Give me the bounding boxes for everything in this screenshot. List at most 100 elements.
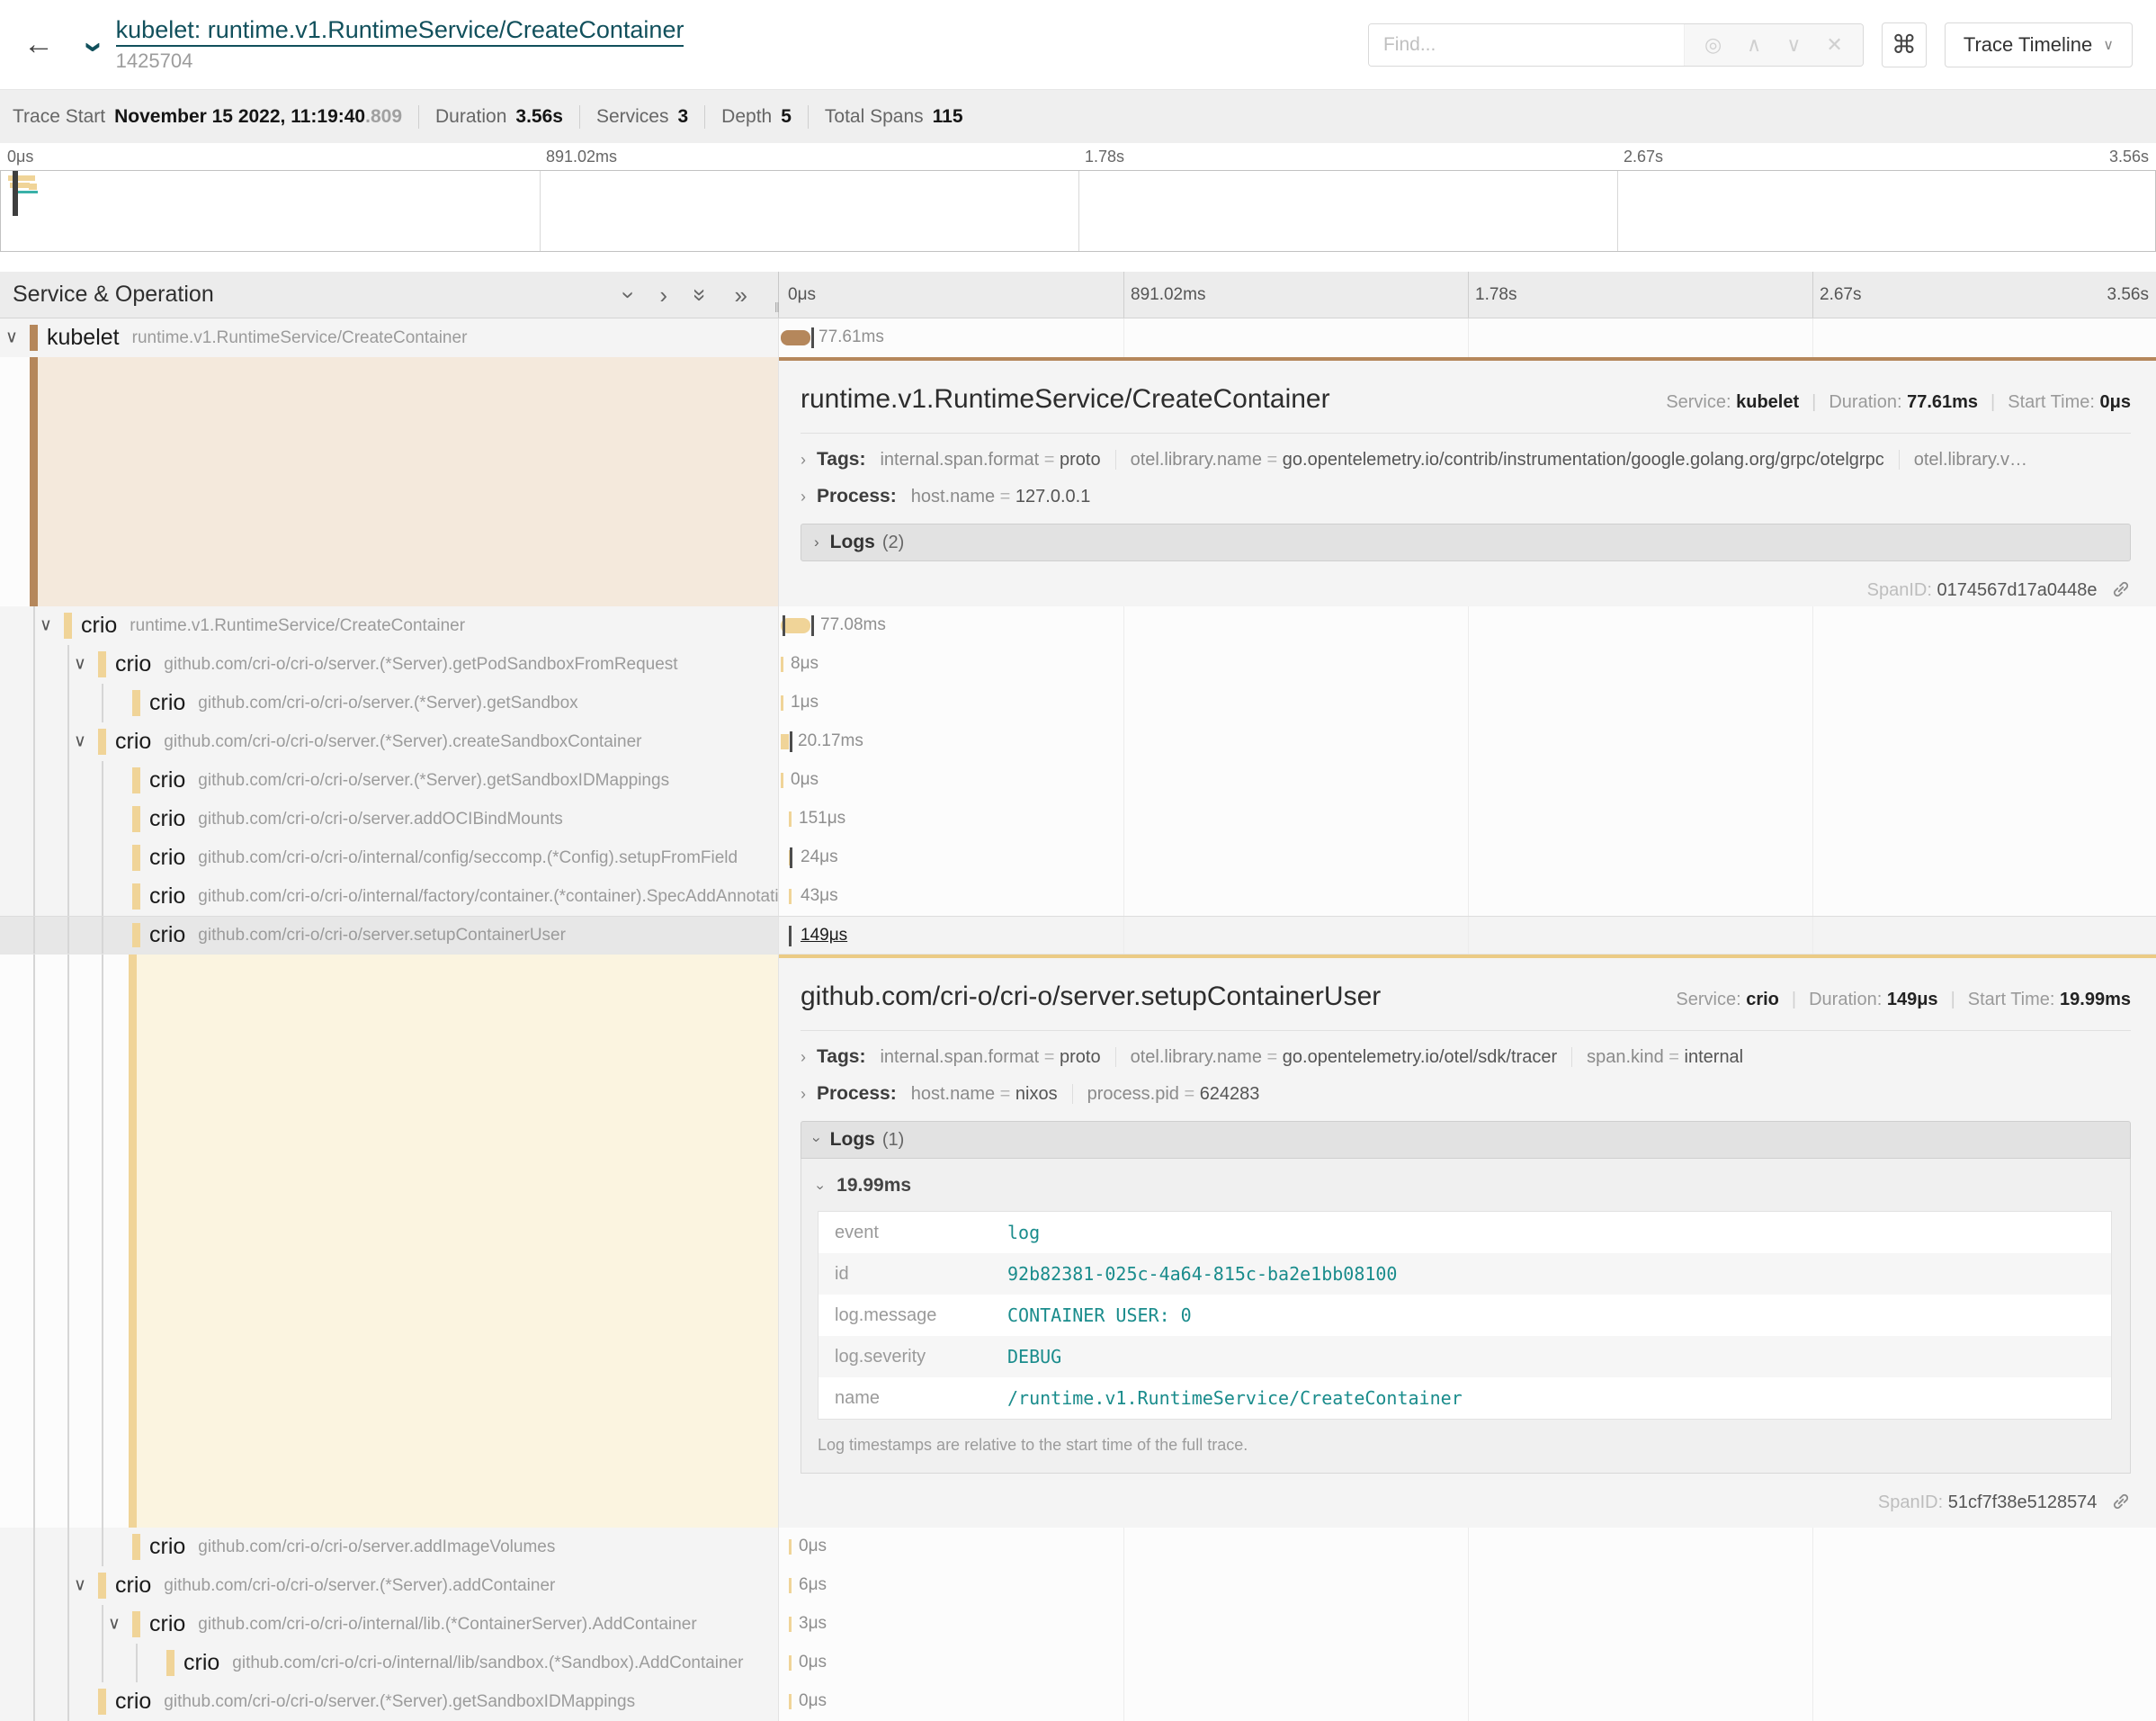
span-row-name[interactable]: criogithub.com/cri-o/cri-o/server.(*Serv… (0, 761, 779, 800)
ruler-tick: 2.67s (1820, 272, 1861, 318)
span-row-timeline[interactable]: 151μs (779, 800, 2156, 838)
timeline-grid-header: Service & Operation › › » » ‖ 0μs 891.02… (0, 272, 2156, 318)
span-row-timeline[interactable]: 0μs (779, 1682, 2156, 1721)
clear-find-icon[interactable]: ✕ (1813, 33, 1855, 57)
span-row-timeline[interactable]: 77.08ms (779, 606, 2156, 645)
chevron-down-icon[interactable]: ∨ (40, 614, 52, 635)
span-bar[interactable] (789, 889, 792, 904)
span-row-name[interactable]: criogithub.com/cri-o/cri-o/server.(*Serv… (0, 684, 779, 722)
span-bar[interactable] (789, 1694, 792, 1709)
span-row-name[interactable]: ∨kubeletruntime.v1.RuntimeService/Create… (0, 318, 779, 357)
collapse-all-icon[interactable]: » (689, 288, 712, 300)
span-row-name[interactable]: ∨criogithub.com/cri-o/cri-o/server.(*Ser… (0, 722, 779, 761)
deep-link-icon[interactable] (2111, 1492, 2131, 1511)
span-row: ∨kubeletruntime.v1.RuntimeService/Create… (0, 318, 2156, 357)
tags-row[interactable]: › Tags: internal.span.format = protootel… (801, 449, 2131, 471)
span-row-timeline[interactable]: 149μs (779, 917, 2156, 954)
span-row-timeline[interactable]: 43μs (779, 877, 2156, 916)
find-input[interactable] (1369, 24, 1684, 66)
span-row-name[interactable]: criogithub.com/cri-o/cri-o/internal/fact… (0, 877, 779, 916)
logs-toggle[interactable]: › Logs(1) (801, 1121, 2131, 1159)
span-row-name[interactable]: criogithub.com/cri-o/cri-o/server.addOCI… (0, 800, 779, 838)
span-bar[interactable] (789, 1655, 792, 1671)
expand-all-icon[interactable]: » (735, 283, 747, 307)
span-row-name[interactable]: criogithub.com/cri-o/cri-o/internal/conf… (0, 838, 779, 877)
log-marker-tick (790, 847, 792, 868)
tag-item: otel.library.name = go.opentelemetry.io/… (1131, 450, 1884, 470)
span-row-name[interactable]: ∨criogithub.com/cri-o/cri-o/server.(*Ser… (0, 1566, 779, 1605)
trace-title-link[interactable]: kubelet: runtime.v1.RuntimeService/Creat… (116, 16, 684, 47)
span-row-timeline[interactable]: 1μs (779, 684, 2156, 722)
operation-name: github.com/cri-o/cri-o/internal/lib.(*Co… (198, 1615, 696, 1635)
service-name: crio (149, 883, 185, 910)
span-bar[interactable] (781, 695, 783, 711)
logs-toggle[interactable]: › Logs(2) (801, 524, 2131, 561)
span-row-timeline[interactable]: 3μs (779, 1605, 2156, 1644)
service-name: crio (149, 690, 185, 716)
span-bar[interactable] (789, 1578, 792, 1593)
span-bar[interactable] (781, 330, 810, 345)
chevron-down-icon[interactable]: ∨ (74, 1574, 86, 1595)
log-marker-tick (811, 615, 814, 636)
span-bar[interactable] (781, 734, 789, 749)
trace-view-selector[interactable]: Trace Timeline ∨ (1945, 22, 2133, 67)
focus-match-icon[interactable]: ◎ (1692, 33, 1734, 57)
span-bar[interactable] (789, 1539, 792, 1555)
chevron-right-icon: › (801, 1048, 806, 1067)
log-entry-toggle[interactable]: › 19.99ms (818, 1175, 2112, 1197)
service-name: crio (115, 729, 151, 755)
chevron-right-icon: › (801, 488, 806, 506)
log-field-row: eventlog (819, 1212, 2111, 1253)
service-color-strip (166, 1650, 174, 1676)
process-row[interactable]: › Process: host.name = 127.0.0.1 (801, 486, 2131, 507)
log-note: Log timestamps are relative to the start… (818, 1436, 2112, 1455)
span-row-timeline[interactable]: 20.17ms (779, 722, 2156, 761)
span-bar[interactable] (781, 773, 783, 788)
process-row[interactable]: › Process: host.name = nixosprocess.pid … (801, 1083, 2131, 1105)
span-detail-fill (38, 357, 778, 606)
column-resizer-handle[interactable]: ‖ (774, 300, 778, 316)
service-color-strip (132, 845, 140, 871)
keyboard-shortcuts-button[interactable]: ⌘ (1882, 22, 1927, 67)
chevron-down-icon[interactable]: ∨ (74, 731, 86, 751)
trace-stat: Trace StartNovember 15 2022, 11:19:40.80… (13, 106, 402, 128)
span-row-timeline[interactable]: 24μs (779, 838, 2156, 877)
span-row: criogithub.com/cri-o/cri-o/internal/lib/… (0, 1644, 2156, 1682)
span-row-name[interactable]: ∨crioruntime.v1.RuntimeService/CreateCon… (0, 606, 779, 645)
next-match-icon[interactable]: ∨ (1774, 33, 1813, 57)
span-row-name[interactable]: ∨criogithub.com/cri-o/cri-o/internal/lib… (0, 1605, 779, 1644)
span-row-name[interactable]: ∨criogithub.com/cri-o/cri-o/server.(*Ser… (0, 645, 779, 684)
span-bar[interactable] (789, 811, 792, 827)
log-field-value: /runtime.v1.RuntimeService/CreateContain… (1007, 1387, 1463, 1409)
chevron-down-icon[interactable]: ∨ (5, 327, 18, 347)
minimap-tick: 3.56s (2109, 148, 2149, 166)
span-bar[interactable] (789, 1617, 792, 1632)
span-row-timeline[interactable]: 77.61ms (779, 318, 2156, 357)
deep-link-icon[interactable] (2111, 579, 2131, 599)
span-bar[interactable] (781, 657, 783, 672)
collapse-trace-chevron-icon[interactable]: › (75, 41, 113, 53)
span-row-name[interactable]: criogithub.com/cri-o/cri-o/server.addIma… (0, 1528, 779, 1566)
ruler-tick: 1.78s (1475, 272, 1516, 318)
span-row-name[interactable]: criogithub.com/cri-o/cri-o/server.(*Serv… (0, 1682, 779, 1721)
chevron-down-icon[interactable]: ∨ (108, 1613, 121, 1634)
prev-match-icon[interactable]: ∧ (1734, 33, 1774, 57)
span-row-name[interactable]: criogithub.com/cri-o/cri-o/internal/lib/… (0, 1644, 779, 1682)
operation-name: github.com/cri-o/cri-o/server.(*Server).… (164, 655, 677, 675)
back-arrow-icon[interactable]: ← (23, 27, 54, 62)
expand-one-icon[interactable]: › (659, 283, 667, 307)
minimap-canvas[interactable] (0, 170, 2156, 252)
span-row-timeline[interactable]: 8μs (779, 645, 2156, 684)
collapse-one-icon[interactable]: › (617, 291, 640, 299)
log-marker-tick (790, 731, 792, 752)
tags-row[interactable]: › Tags: internal.span.format = protootel… (801, 1046, 2131, 1068)
service-color-strip (98, 1689, 106, 1715)
span-row-timeline[interactable]: 0μs (779, 1644, 2156, 1682)
span-row-timeline[interactable]: 0μs (779, 761, 2156, 800)
span-row-timeline[interactable]: 6μs (779, 1566, 2156, 1605)
span-row-name[interactable]: criogithub.com/cri-o/cri-o/server.setupC… (0, 917, 779, 954)
chevron-down-icon[interactable]: ∨ (74, 653, 86, 674)
span-rows: ∨kubeletruntime.v1.RuntimeService/Create… (0, 318, 2156, 1721)
span-row-timeline[interactable]: 0μs (779, 1528, 2156, 1566)
minimap-scroll-indicator[interactable] (13, 171, 18, 216)
